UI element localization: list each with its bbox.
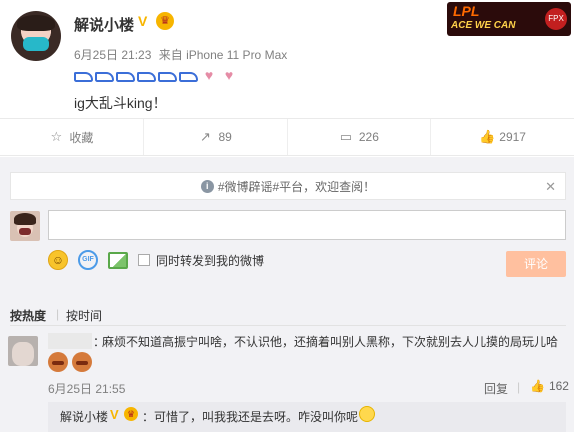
post-source: 来自 iPhone 11 Pro Max [158, 48, 288, 62]
comment-tools: ☺ GIF 同时转发到我的微博 [48, 250, 264, 270]
sort-by-hot[interactable]: 按热度 [10, 307, 46, 324]
reply-username[interactable]: 解说小楼 [60, 408, 108, 425]
star-icon: ☆ [50, 129, 63, 144]
comment-icon: ▭ [339, 129, 352, 144]
post-username[interactable]: 解说小楼 [74, 14, 134, 35]
brand-text-lpl: LPL [453, 3, 480, 19]
shoe-icon [179, 72, 198, 82]
repost-icon: ↗ [199, 129, 211, 144]
divider [10, 325, 566, 326]
forward-checkbox-label[interactable]: 同时转发到我的微博 [156, 252, 264, 269]
forward-checkbox[interactable] [138, 254, 150, 266]
verified-v-icon: V [138, 13, 148, 29]
emoji-icon[interactable]: ☺ [48, 250, 68, 270]
comment-action-separator: | [517, 380, 521, 394]
gif-icon[interactable]: GIF [78, 250, 98, 270]
avatar-face [12, 342, 34, 366]
post-action-bar: ☆ 收藏 ↗ 89 ▭ 226 👍 2917 [0, 118, 574, 156]
avatar-hair [17, 15, 55, 31]
image-upload-icon[interactable] [108, 251, 128, 269]
shoe-icon [95, 72, 114, 82]
favorite-button[interactable]: ☆ 收藏 [0, 119, 144, 155]
avatar-mask [23, 37, 49, 51]
info-icon: i [200, 179, 214, 193]
comment-text: 麻烦不知道高振宁叫啥，不认识他，还摘着叫别人黑称，下次就别去人儿摸的局玩儿哈 [102, 335, 559, 349]
repost-count: 89 [218, 130, 232, 144]
user-avatar[interactable] [11, 11, 61, 61]
comment-time: 6月25日 21:55 [48, 382, 126, 396]
like-button[interactable]: 👍 2917 [431, 119, 574, 155]
comment-reply-button[interactable]: 回复 [484, 380, 508, 397]
comment-like-button[interactable]: 👍 162 [530, 379, 569, 393]
favorite-label: 收藏 [69, 130, 94, 145]
pig-emoji-icon: ♥ [204, 67, 214, 83]
comment-input[interactable] [48, 210, 566, 240]
commenter-name-redacted[interactable] [48, 333, 92, 349]
angry-face-icon [72, 352, 92, 372]
shoe-icon [74, 72, 93, 82]
verified-v-icon: V [110, 407, 119, 422]
close-icon[interactable]: ✕ [545, 179, 556, 195]
sort-by-time[interactable]: 按时间 [66, 307, 102, 324]
notice-text[interactable]: #微博辟谣#平台，欢迎查阅！ [218, 178, 375, 195]
shoe-icon [137, 72, 156, 82]
comment-sort-bar: 按热度 | 按时间 [0, 303, 574, 325]
avatar-hair [14, 213, 36, 225]
reply-text: ：可惜了，叫我我还是去呀。咋没叫你呢 [142, 410, 359, 424]
avatar-mouth [19, 228, 31, 235]
post-emoji-row: ♥ ♥ [74, 67, 238, 85]
fpx-badge: FPX [545, 8, 567, 30]
comment-button[interactable]: ▭ 226 [288, 119, 432, 155]
post-meta: 6月25日 21:23 来自 iPhone 11 Pro Max [74, 46, 291, 63]
shoe-icon [116, 72, 135, 82]
post-text: ig大乱斗king！ [74, 95, 167, 111]
pig-emoji-icon: ♥ [224, 67, 234, 83]
thumbs-up-icon: 👍 [479, 129, 496, 144]
comment-emojis [48, 352, 92, 372]
comment-count: 226 [358, 130, 379, 144]
thumbs-up-icon: 👍 [530, 379, 545, 393]
lpl-brand-logo: LPL ACE WE CAN FPX [447, 2, 571, 36]
crown-badge-icon: ♛ [124, 407, 138, 421]
weibo-post: 解说小楼 V ♛ 6月25日 21:23 来自 iPhone 11 Pro Ma… [0, 0, 574, 118]
my-avatar [10, 211, 40, 241]
crown-badge-icon: ♛ [156, 12, 174, 30]
commenter-avatar[interactable] [8, 336, 38, 366]
rumor-notice-banner: i #微博辟谣#平台，欢迎查阅！ ✕ [10, 172, 566, 200]
angry-face-icon [48, 352, 68, 372]
reply-box: 解说小楼 V ♛ ：可惜了，叫我我还是去呀。咋没叫你呢 [48, 402, 566, 432]
awkward-face-icon [359, 406, 375, 422]
brand-text-ace: ACE WE CAN [451, 20, 516, 31]
submit-comment-button[interactable]: 评论 [506, 251, 566, 277]
shoe-icon [158, 72, 177, 82]
sort-separator: | [56, 307, 60, 321]
repost-button[interactable]: ↗ 89 [144, 119, 288, 155]
like-count: 2917 [499, 130, 526, 144]
post-date[interactable]: 6月25日 21:23 [74, 48, 151, 62]
comment-like-count: 162 [548, 379, 569, 393]
